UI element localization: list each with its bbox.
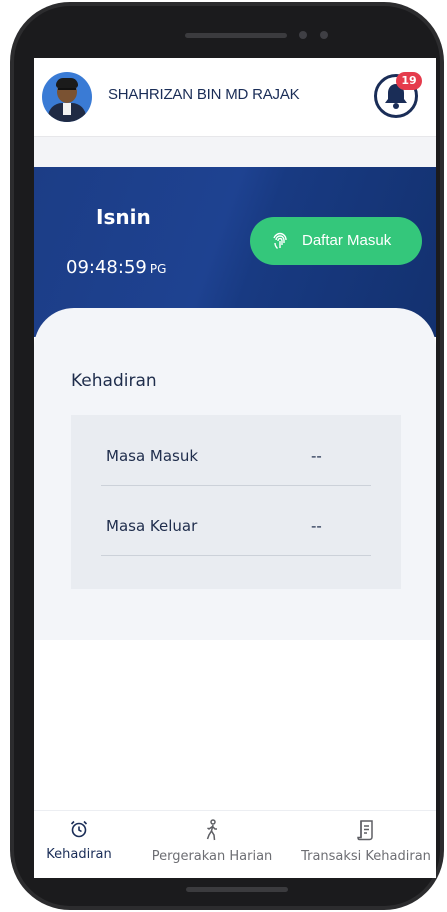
walking-icon	[206, 819, 217, 841]
time-value: 09:48:59	[66, 257, 147, 278]
bottom-tab-bar: Kehadiran Pergerakan Harian Transaksi Ke…	[34, 810, 436, 878]
receipt-icon	[357, 820, 373, 841]
check-in-button[interactable]: Daftar Masuk	[250, 217, 422, 265]
tab-transaksi-kehadiran[interactable]: Transaksi Kehadiran	[296, 819, 436, 864]
fingerprint-icon	[273, 232, 287, 249]
empty-area	[34, 640, 436, 810]
home-indicator	[186, 887, 288, 892]
tab-pergerakan-harian[interactable]: Pergerakan Harian	[144, 819, 280, 864]
avatar-glasses	[58, 88, 76, 94]
tab-label: Pergerakan Harian	[151, 849, 273, 864]
tab-label: Transaksi Kehadiran	[301, 849, 431, 864]
section-title: Kehadiran	[71, 371, 157, 391]
day-label: Isnin	[96, 205, 151, 229]
tab-kehadiran[interactable]: Kehadiran	[34, 819, 124, 862]
time-out-label: Masa Keluar	[106, 517, 198, 535]
tab-label: Kehadiran	[46, 847, 112, 862]
time-in-label: Masa Masuk	[106, 447, 199, 465]
avatar-hair	[56, 78, 78, 88]
notification-count-badge: 19	[396, 72, 422, 90]
speaker-grille	[185, 33, 287, 38]
attendance-panel: Kehadiran Masa Masuk -- Masa Keluar --	[34, 308, 436, 640]
check-in-label: Daftar Masuk	[302, 232, 392, 249]
notification-button[interactable]: 19	[374, 72, 422, 120]
time-period: PG	[149, 262, 167, 276]
phone-frame: SHAHRIZAN BIN MD RAJAK 19 Isnin 09:48:59…	[0, 0, 447, 912]
app-header: SHAHRIZAN BIN MD RAJAK 19	[34, 58, 436, 137]
time-out-value: --	[311, 517, 322, 535]
app-screen: SHAHRIZAN BIN MD RAJAK 19 Isnin 09:48:59…	[34, 58, 436, 878]
attendance-row-out: Masa Keluar --	[101, 485, 371, 556]
attendance-row-in: Masa Masuk --	[101, 415, 371, 486]
user-name: SHAHRIZAN BIN MD RAJAK	[108, 86, 300, 103]
attendance-card: Masa Masuk -- Masa Keluar --	[71, 415, 401, 589]
front-camera	[299, 31, 307, 39]
avatar-collar	[63, 103, 71, 115]
alarm-clock-icon	[70, 820, 88, 838]
avatar[interactable]	[42, 72, 92, 122]
header-spacer	[34, 137, 436, 167]
front-sensor	[320, 31, 328, 39]
current-time: 09:48:59 PG	[66, 257, 166, 278]
time-in-value: --	[311, 447, 322, 465]
